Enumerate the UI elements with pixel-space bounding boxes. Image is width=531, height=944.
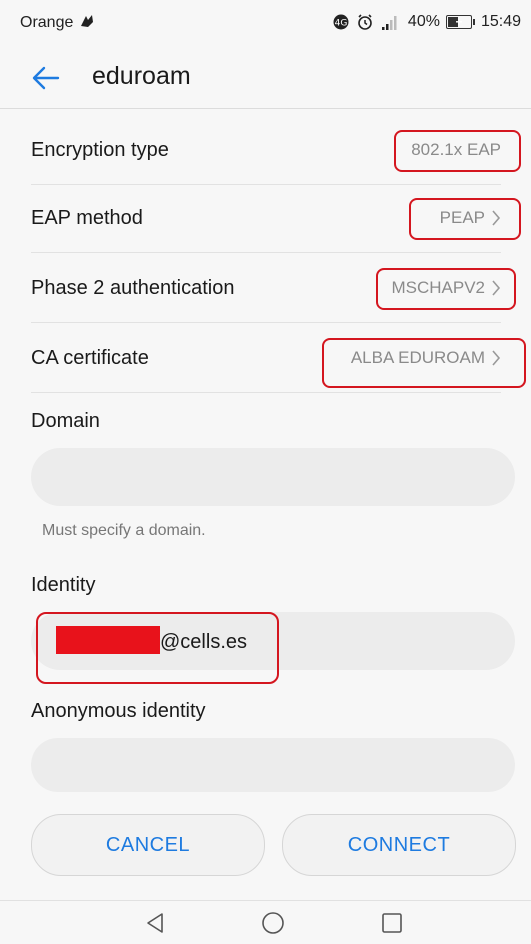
clock: 15:49 [480,13,521,30]
domain-helper-text: Must specify a domain. [42,522,206,539]
domain-input[interactable] [31,448,515,506]
arrow-left-icon[interactable] [30,62,62,94]
back-triangle-icon[interactable] [143,911,167,935]
battery-charging-icon: + [445,15,475,29]
annotation-highlight [322,338,526,388]
network-title: eduroam [92,62,191,90]
carrier-logo-icon [78,12,96,30]
annotation-highlight [409,198,521,240]
svg-text:4G: 4G [335,19,348,29]
cancel-button[interactable]: CANCEL [31,814,265,876]
network-settings-form: Encryption type 802.1x EAP EAP method PE… [0,108,531,900]
notification-icon: 4G [332,13,350,31]
identity-label: Identity [31,574,96,596]
system-nav-bar [0,900,531,944]
phase2-auth-label: Phase 2 authentication [31,276,235,299]
annotation-highlight [36,612,279,684]
connect-button[interactable]: CONNECT [282,814,516,876]
annotation-highlight [394,130,521,172]
ca-certificate-label: CA certificate [31,346,149,369]
annotation-highlight [376,268,516,310]
battery-percent: 40% [407,13,440,30]
anonymous-identity-label: Anonymous identity [31,700,206,722]
app-bar: eduroam [0,44,531,109]
status-bar: Orange 4G 40% + 15:49 [0,0,531,44]
signal-icon [380,13,402,31]
eap-method-label: EAP method [31,206,143,229]
domain-label: Domain [31,410,100,432]
encryption-type-label: Encryption type [31,138,169,161]
carrier-name: Orange [20,14,74,31]
alarm-icon [356,13,374,31]
home-circle-icon[interactable] [261,911,285,935]
anonymous-identity-input[interactable] [31,738,515,792]
recents-square-icon[interactable] [380,911,404,935]
